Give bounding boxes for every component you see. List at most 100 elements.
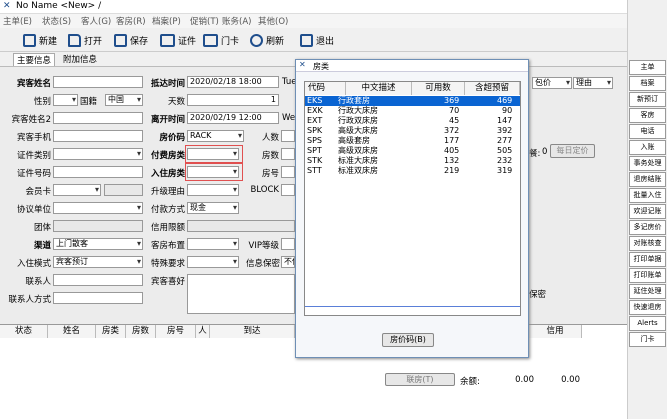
room-no-field[interactable] — [281, 166, 295, 178]
grid-header[interactable]: 房号 — [156, 325, 196, 338]
vip-field[interactable] — [281, 238, 295, 250]
id-type-select[interactable] — [53, 148, 143, 160]
sidebar-button[interactable]: 批量入住 — [629, 188, 666, 203]
grid-header[interactable]: 状态 — [0, 325, 48, 338]
list-header[interactable]: 代码 — [305, 82, 346, 95]
contact-field[interactable] — [53, 274, 143, 286]
checkin-mode-select[interactable]: 宾客预订 — [53, 256, 143, 268]
menu-item[interactable]: 客人(G) — [81, 15, 111, 27]
dialog-title-bar: ✕ 房类 — [296, 60, 528, 72]
door-card-button[interactable]: 门卡 — [203, 31, 239, 49]
grid-header[interactable]: 到达 — [210, 325, 295, 338]
gender-select[interactable] — [53, 94, 78, 106]
grid-header[interactable]: 姓名 — [48, 325, 96, 338]
sidebar-button[interactable]: 入账 — [629, 140, 666, 155]
new-icon — [23, 33, 36, 47]
sidebar-button[interactable]: 档案 — [629, 76, 666, 91]
menu-item[interactable]: 促销(T) — [190, 15, 219, 27]
departure-field[interactable]: 2020/02/19 12:00 — [187, 112, 279, 124]
sidebar-button[interactable]: 打印账单 — [629, 268, 666, 283]
list-row[interactable]: STT 标准双床房 219 319 — [305, 166, 520, 176]
list-row[interactable]: EXK 行政大床房 70 90 — [305, 106, 520, 116]
sidebar-button[interactable]: 门卡 — [629, 332, 666, 347]
id-no-field[interactable] — [53, 166, 143, 178]
sidebar-button[interactable]: 退房结账 — [629, 172, 666, 187]
special-label: 特殊要求 — [150, 259, 185, 269]
hobby-field[interactable] — [187, 274, 295, 314]
daily-price-button[interactable]: 每日定价 — [550, 144, 595, 158]
member-card-select[interactable] — [53, 184, 101, 196]
room-type-list[interactable]: 代码 中文描述 可用数 含超预留 EKS 行政套房 369 469 EXK 行政… — [304, 81, 521, 316]
persons-field[interactable] — [281, 130, 295, 142]
refresh-button[interactable]: 刷新 — [250, 31, 284, 49]
menu-item[interactable]: 状态(S) — [42, 15, 71, 27]
list-row[interactable]: SPK 高级大床房 372 392 — [305, 126, 520, 136]
balance-value-2: 0.00 — [561, 375, 580, 385]
package-select[interactable]: 包价 — [532, 77, 572, 89]
sidebar-button[interactable]: 电话 — [629, 124, 666, 139]
contact-method-field[interactable] — [53, 292, 143, 304]
list-header[interactable]: 可用数 — [412, 82, 465, 95]
room-count-field[interactable] — [281, 148, 295, 160]
secret-field[interactable]: 不保 — [281, 256, 295, 268]
sidebar-button[interactable]: 对账核查 — [629, 236, 666, 251]
sidebar-button[interactable]: 主单 — [629, 60, 666, 75]
balance-value-1: 0.00 — [515, 375, 534, 385]
reason-select[interactable]: 理由 — [573, 77, 613, 89]
sidebar-button[interactable]: Alerts — [629, 316, 666, 331]
mobile-field[interactable] — [53, 130, 143, 142]
layout-select[interactable] — [187, 238, 239, 250]
special-select[interactable] — [187, 256, 239, 268]
list-row[interactable]: SPS 高级套房 177 277 — [305, 136, 520, 146]
list-row[interactable]: EKS 行政套房 369 469 — [305, 96, 520, 106]
menu-item[interactable]: 账务(A) — [222, 15, 251, 27]
channel-select[interactable]: 上门散客 — [53, 238, 143, 250]
menu-bar: 主单(E) 状态(S) 客人(G) 客房(R) 档案(P) 促销(T) 账务(A… — [0, 14, 627, 28]
guest-name-field[interactable] — [53, 76, 143, 88]
sidebar-button[interactable]: 快速退房 — [629, 300, 666, 315]
list-row[interactable]: SPT 高级双床房 405 505 — [305, 146, 520, 156]
contact-label: 联系人 — [25, 277, 51, 287]
nationality-select[interactable]: 中国 — [105, 94, 143, 106]
card-button[interactable]: 证件 — [160, 31, 196, 49]
id-card-icon — [160, 33, 175, 47]
action-sidebar: 主单 档案 新预订 客房 电话 入账 事务处理 退房结账 批量入住 欢迎记账 多… — [627, 0, 667, 419]
menu-item[interactable]: 档案(P) — [152, 15, 181, 27]
grid-header[interactable]: 人 — [196, 325, 210, 338]
price-code-select[interactable]: RACK — [187, 130, 244, 142]
agreement-select[interactable] — [53, 202, 143, 214]
open-button[interactable]: 打开 — [68, 31, 102, 49]
sidebar-button[interactable]: 新预订 — [629, 92, 666, 107]
list-header[interactable]: 含超预留 — [465, 82, 520, 95]
sidebar-button[interactable]: 事务处理 — [629, 156, 666, 171]
tab-extra-info[interactable]: 附加信息 — [60, 53, 100, 66]
list-row[interactable]: EXT 行政双床房 45 147 — [305, 116, 520, 126]
list-header[interactable]: 中文描述 — [346, 82, 412, 95]
grid-header[interactable]: 房类 — [96, 325, 126, 338]
sidebar-button[interactable]: 客房 — [629, 108, 666, 123]
menu-item[interactable]: 客房(R) — [116, 15, 146, 27]
upgrade-select[interactable] — [187, 184, 239, 196]
pay-method-select[interactable]: 现金 — [187, 202, 239, 214]
grid-header[interactable]: 信用 — [529, 325, 582, 338]
nights-field[interactable]: 1 — [187, 94, 279, 106]
sidebar-button[interactable]: 欢迎记账 — [629, 204, 666, 219]
tab-main-info[interactable]: 主要信息 — [13, 53, 56, 66]
sidebar-button[interactable]: 多记房价 — [629, 220, 666, 235]
grid-header[interactable]: 房数 — [126, 325, 156, 338]
list-row[interactable]: STK 标准大床房 132 232 — [305, 156, 520, 166]
block-field[interactable] — [281, 184, 295, 196]
pay-room-type-select[interactable] — [187, 148, 239, 160]
menu-item[interactable]: 主单(E) — [3, 15, 32, 27]
new-button[interactable]: 新建 — [23, 31, 57, 49]
menu-item[interactable]: 其他(O) — [258, 15, 288, 27]
guest-name2-field[interactable] — [53, 112, 143, 124]
room-type-select[interactable] — [187, 166, 239, 178]
sidebar-button[interactable]: 延住处理 — [629, 284, 666, 299]
arrival-field[interactable]: 2020/02/18 18:00 — [187, 76, 279, 88]
save-button[interactable]: 保存 — [114, 31, 148, 49]
price-code-button[interactable]: 房价码(B) — [382, 333, 434, 347]
sidebar-button[interactable]: 打印单据 — [629, 252, 666, 267]
link-room-button[interactable]: 联房(T) — [385, 373, 455, 386]
exit-button[interactable]: 退出 — [300, 31, 334, 49]
